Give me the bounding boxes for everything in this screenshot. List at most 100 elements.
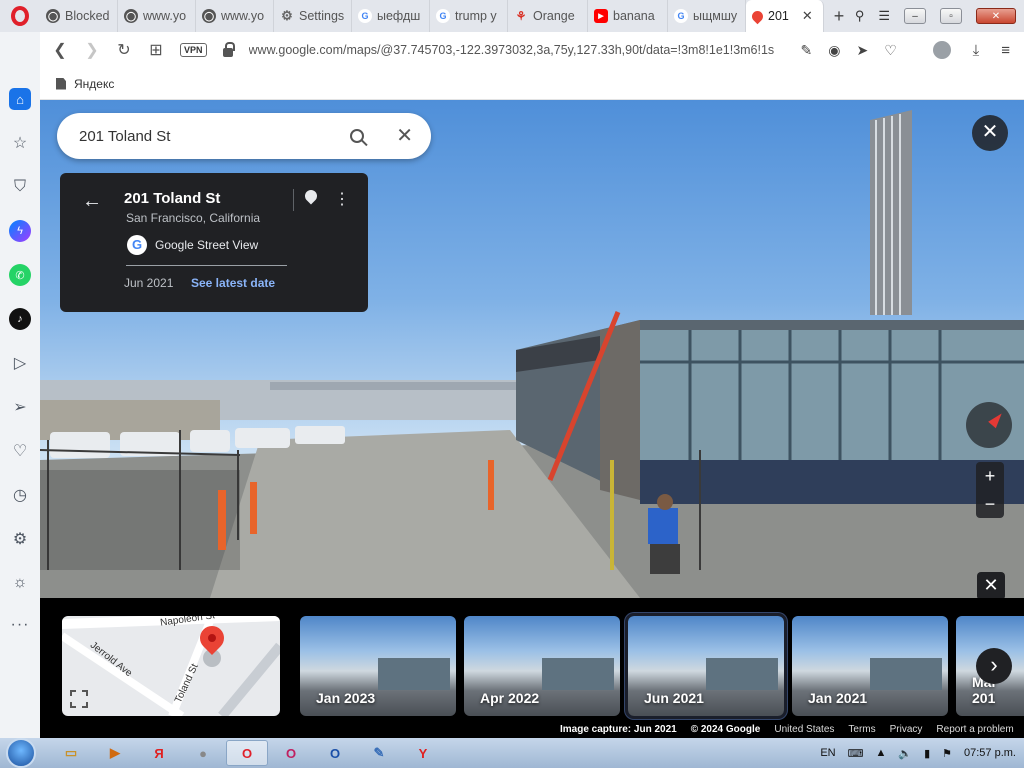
send-icon[interactable]: ➢ — [9, 396, 31, 418]
file-explorer-icon[interactable]: ▭ — [50, 740, 92, 766]
reload-button[interactable]: ↻ — [116, 40, 132, 60]
edit-icon[interactable]: ✎ — [801, 42, 813, 59]
star-icon[interactable]: ☆ — [9, 132, 31, 154]
close-window-button[interactable]: ✕ — [976, 8, 1016, 24]
compass-icon[interactable] — [966, 402, 1012, 448]
flag-icon[interactable]: ⚑ — [942, 747, 952, 760]
keyboard-icon[interactable]: ⌨ — [848, 747, 864, 760]
tab-www-yo-1[interactable]: ◯ www.yo — [118, 0, 196, 32]
tab-search-icon[interactable]: ⚲ — [855, 8, 865, 24]
copyright: © 2024 Google — [690, 724, 761, 735]
profile-avatar[interactable] — [932, 41, 951, 59]
more-options-icon[interactable]: ⋮ — [334, 189, 350, 209]
timeline-thumb-jan-2023[interactable]: Jan 2023 — [300, 616, 456, 716]
thumbnail-image — [706, 658, 778, 690]
search-box[interactable]: 201 Toland St ✕ — [57, 113, 431, 159]
url-field[interactable]: www.google.com/maps/@37.745703,-122.3973… — [249, 43, 785, 57]
settings-icon[interactable]: ⚙ — [9, 528, 31, 550]
zoom-out-button[interactable]: − — [976, 490, 1004, 518]
forward-button[interactable]: ❯ — [84, 40, 100, 60]
player-icon[interactable]: ▷ — [9, 352, 31, 374]
outlook-icon[interactable]: O — [314, 740, 356, 766]
tab-google-search-2[interactable]: G trump y — [430, 0, 508, 32]
network-icon[interactable]: ▮ — [924, 747, 930, 760]
whatsapp-icon[interactable]: ✆ — [9, 264, 31, 286]
tiktok-icon[interactable]: ♪ — [9, 308, 31, 330]
messenger-icon[interactable]: ϟ — [9, 220, 31, 242]
tab-orange[interactable]: ⚘ Orange — [508, 0, 588, 32]
vpn-badge[interactable]: VPN — [180, 43, 207, 57]
show-hidden-icons-icon[interactable]: ▲ — [875, 747, 886, 759]
opera-taskbar-icon[interactable]: O — [226, 740, 268, 766]
tab-settings[interactable]: ⚙ Settings — [274, 0, 352, 32]
tabs-grid-icon[interactable]: ⊞ — [148, 40, 164, 60]
capture-date: Jun 2021 — [124, 276, 174, 290]
clock[interactable]: 07:57 p.m. — [964, 747, 1016, 759]
start-button[interactable] — [6, 738, 36, 768]
lightbulb-icon[interactable]: ☼ — [9, 572, 31, 594]
thumbnail-image — [870, 658, 942, 690]
imagery-source: Google Street View — [155, 238, 259, 252]
yandex-browser-icon[interactable]: Y — [402, 740, 444, 766]
tab-google-maps[interactable]: 201 ✕ — [746, 0, 824, 32]
tab-youtube[interactable]: ▶ banana — [588, 0, 668, 32]
country-link[interactable]: United States — [774, 724, 834, 735]
opera-menu-button[interactable] — [0, 0, 40, 32]
minimize-button[interactable]: – — [904, 8, 926, 24]
minimap[interactable]: Napoleon St Jerrold Ave Toland St — [62, 616, 280, 716]
timeline-thumb-jun-2021[interactable]: Jun 2021 — [625, 613, 787, 719]
close-tab-icon[interactable]: ✕ — [802, 8, 813, 24]
volume-icon[interactable]: 🔈 — [898, 747, 912, 760]
more-icon[interactable]: ··· — [9, 614, 31, 636]
download-icon[interactable]: ⤓ — [973, 42, 980, 59]
lock-icon[interactable] — [222, 41, 235, 57]
tab-title: Settings — [299, 9, 345, 23]
divider — [293, 189, 294, 211]
bookmark-yandex[interactable]: Яндекс — [74, 77, 114, 91]
send-icon[interactable]: ➤ — [856, 42, 868, 59]
home-icon[interactable]: ⌂ — [9, 88, 31, 110]
tab-blocked[interactable]: ◯ Blocked — [40, 0, 118, 32]
back-button[interactable]: ❮ — [52, 40, 68, 60]
bookmarks-bar: Яндекс — [40, 68, 1024, 100]
next-thumbs-button[interactable]: › — [976, 648, 1012, 684]
see-latest-date-link[interactable]: See latest date — [191, 276, 275, 290]
expand-map-icon[interactable] — [70, 690, 88, 708]
gear-icon: ⚙ — [281, 8, 293, 23]
easy-setup-icon[interactable]: ☰ — [878, 8, 890, 24]
tab-google-search-3[interactable]: G ыщмшу — [668, 0, 746, 32]
timeline-thumb-jan-2021[interactable]: Jan 2021 — [792, 616, 948, 716]
new-tab-button[interactable]: + — [824, 6, 854, 27]
search-icon[interactable] — [350, 129, 365, 143]
street-view-viewer[interactable]: 201 Toland St ✕ ← 201 Toland St San Fran… — [40, 100, 1024, 738]
media-player-icon[interactable]: ▶ — [94, 740, 136, 766]
timeline-thumb-apr-2022[interactable]: Apr 2022 — [464, 616, 620, 716]
street-view-panorama[interactable]: 201 Toland St ✕ ← 201 Toland St San Fran… — [40, 100, 1024, 598]
yandex-icon[interactable]: Я — [138, 740, 180, 766]
back-arrow-icon[interactable]: ← — [82, 190, 102, 213]
heart-icon[interactable]: ♡ — [884, 42, 897, 59]
shopping-bag-icon[interactable]: ⛉ — [9, 176, 31, 198]
paint-icon[interactable]: ✎ — [358, 740, 400, 766]
heart-icon[interactable]: ♡ — [9, 440, 31, 462]
disk-icon[interactable]: ● — [182, 740, 224, 766]
tab-www-yo-2[interactable]: ◯ www.yo — [196, 0, 274, 32]
thumbnail-image — [542, 658, 614, 690]
snapshot-icon[interactable]: ◉ — [828, 42, 840, 59]
report-problem-link[interactable]: Report a problem — [936, 724, 1013, 735]
terms-link[interactable]: Terms — [848, 724, 875, 735]
settings-sliders-icon[interactable]: ≡ — [1001, 42, 1010, 59]
close-timeline-button[interactable]: ✕ — [977, 572, 1005, 598]
maximize-button[interactable]: ▫ — [940, 8, 962, 24]
thumb-date: Jun 2021 — [644, 690, 704, 706]
close-street-view-button[interactable]: ✕ — [972, 115, 1008, 151]
zoom-in-button[interactable]: + — [976, 462, 1004, 490]
privacy-link[interactable]: Privacy — [890, 724, 923, 735]
history-icon[interactable]: ◷ — [9, 484, 31, 506]
tab-google-search-1[interactable]: G ыефдш — [352, 0, 430, 32]
language-indicator[interactable]: EN — [820, 747, 835, 759]
opera-gx-icon[interactable]: O — [270, 740, 312, 766]
location-pin-icon[interactable] — [302, 187, 320, 205]
clear-search-icon[interactable]: ✕ — [396, 126, 413, 146]
search-input[interactable]: 201 Toland St — [79, 128, 170, 145]
